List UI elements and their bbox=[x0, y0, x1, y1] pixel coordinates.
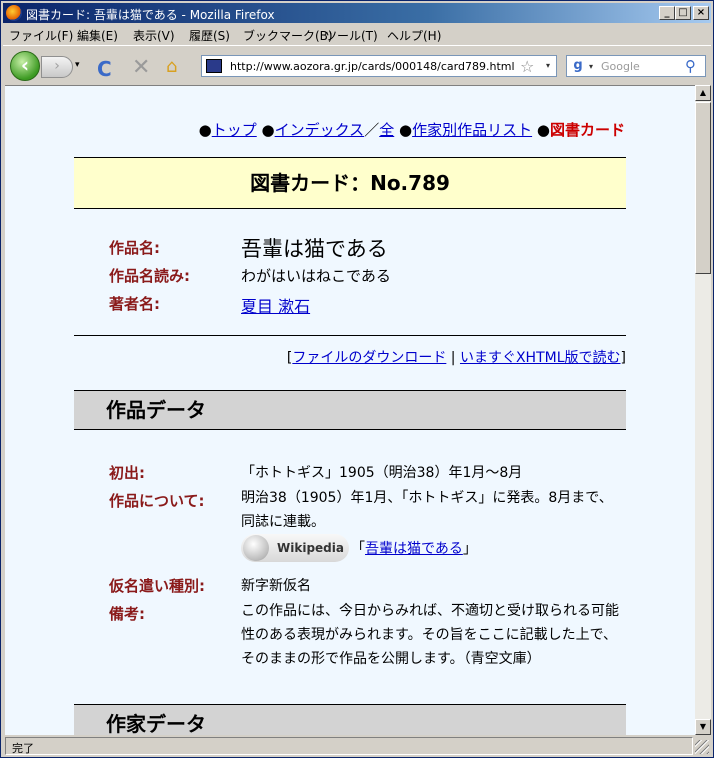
page-viewport: ●トップ ●インデックス／全 ●作家別作品リスト ●図書カード 図書カード：No… bbox=[5, 85, 695, 735]
bookmark-star-icon[interactable]: ☆ bbox=[520, 57, 534, 76]
divider bbox=[74, 335, 626, 336]
wikipedia-badge-text: Wikipedia bbox=[277, 541, 344, 555]
wikipedia-link-wrap: 「吾輩は猫である」 bbox=[351, 538, 477, 558]
about-value: 明治38（1905）年1月、「ホトトギス」に発表。8月まで、同誌に連載。 bbox=[241, 490, 613, 530]
notes-label: 備考: bbox=[109, 605, 145, 623]
menu-file[interactable]: ファイル(F) bbox=[9, 27, 73, 44]
home-icon[interactable]: ⌂ bbox=[166, 56, 177, 77]
navigation-toolbar: ‹ › ▾ C ✕ ⌂ http://www.aozora.gr.jp/card… bbox=[3, 45, 711, 85]
forward-arrow-icon[interactable]: › bbox=[41, 56, 73, 78]
scroll-down-icon[interactable]: ▼ bbox=[695, 719, 711, 735]
breadcrumb-current: 図書カード bbox=[549, 121, 625, 139]
bullet-icon: ● bbox=[399, 121, 413, 139]
url-dropdown-icon[interactable]: ▾ bbox=[546, 61, 550, 70]
search-engine-dropdown-icon[interactable]: ▾ bbox=[589, 62, 593, 71]
section-heading-author-data: 作家データ bbox=[74, 704, 626, 735]
wikipedia-badge[interactable]: Wikipedia bbox=[241, 534, 349, 562]
minimize-button[interactable]: _ bbox=[659, 6, 675, 20]
bullet-icon: ● bbox=[536, 121, 550, 139]
window-title: 図書カード: 吾輩は猫である - Mozilla Firefox bbox=[26, 8, 275, 22]
status-text: 完了 bbox=[5, 737, 693, 755]
site-favicon bbox=[206, 59, 222, 73]
separator: ／ bbox=[364, 121, 380, 139]
download-links: [ファイルのダウンロード | いますぐXHTML版で読む] bbox=[287, 347, 626, 367]
stop-icon[interactable]: ✕ bbox=[132, 55, 150, 80]
author-value-wrap: 夏目 漱石 bbox=[241, 293, 310, 317]
address-bar[interactable]: http://www.aozora.gr.jp/cards/000148/car… bbox=[201, 55, 557, 77]
search-box[interactable]: g ▾ Google ⚲ bbox=[566, 55, 706, 77]
bullet-icon: ● bbox=[261, 121, 275, 139]
title-value: 吾輩は猫である bbox=[241, 237, 388, 261]
firefox-icon bbox=[6, 5, 22, 21]
menu-edit[interactable]: 編集(E) bbox=[77, 27, 118, 44]
bracket: ] bbox=[620, 350, 626, 366]
title-bar: 図書カード: 吾輩は猫である - Mozilla Firefox _ □ × bbox=[3, 3, 711, 23]
reload-icon[interactable]: C bbox=[97, 57, 112, 81]
search-icon[interactable]: ⚲ bbox=[685, 57, 696, 75]
browser-window: 図書カード: 吾輩は猫である - Mozilla Firefox _ □ × フ… bbox=[0, 0, 714, 758]
section-heading-work-data: 作品データ bbox=[74, 390, 626, 430]
link-all[interactable]: 全 bbox=[379, 121, 394, 139]
history-dropdown-icon[interactable]: ▾ bbox=[75, 60, 80, 70]
url-text[interactable]: http://www.aozora.gr.jp/cards/000148/car… bbox=[230, 60, 515, 73]
reading-value: わがはいはねこである bbox=[241, 267, 391, 285]
bracket: 」 bbox=[462, 541, 477, 557]
first-pub-value: 「ホトトギス」1905（明治38）年1月～8月 bbox=[241, 465, 523, 481]
link-index[interactable]: インデックス bbox=[275, 121, 365, 139]
bullet-icon: ● bbox=[198, 121, 212, 139]
notes-value: この作品には、今日からみれば、不適切と受け取られる可能性のある表現がみられます。… bbox=[241, 603, 619, 667]
menu-tools[interactable]: ツール(T) bbox=[325, 27, 378, 44]
kana-value: 新字新仮名 bbox=[241, 578, 311, 594]
google-icon[interactable]: g bbox=[570, 58, 586, 74]
menu-help[interactable]: ヘルプ(H) bbox=[387, 27, 441, 44]
search-input[interactable]: Google bbox=[601, 60, 640, 73]
maximize-button[interactable]: □ bbox=[675, 6, 691, 20]
scroll-thumb[interactable] bbox=[695, 102, 711, 274]
about-label: 作品について: bbox=[109, 492, 205, 510]
scroll-up-icon[interactable]: ▲ bbox=[695, 85, 711, 101]
author-link[interactable]: 夏目 漱石 bbox=[241, 297, 310, 316]
reading-label: 作品名読み: bbox=[109, 267, 190, 285]
read-xhtml-link[interactable]: いますぐXHTML版で読む bbox=[460, 350, 621, 366]
title-label: 作品名: bbox=[109, 239, 160, 257]
menu-bookmarks[interactable]: ブックマーク(B) bbox=[243, 27, 333, 44]
link-author-list[interactable]: 作家別作品リスト bbox=[412, 121, 532, 139]
download-link[interactable]: ファイルのダウンロード bbox=[292, 350, 446, 366]
author-label: 著者名: bbox=[109, 295, 160, 313]
menu-bar: ファイル(F) 編集(E) 表示(V) 履歴(S) ブックマーク(B) ツール(… bbox=[3, 24, 711, 44]
vertical-scrollbar[interactable]: ▲ ▼ bbox=[695, 85, 711, 735]
wikipedia-globe-icon bbox=[243, 535, 269, 561]
breadcrumb: ●トップ ●インデックス／全 ●作家別作品リスト ●図書カード bbox=[199, 119, 625, 140]
link-top[interactable]: トップ bbox=[212, 121, 257, 139]
kana-label: 仮名遣い種別: bbox=[109, 577, 205, 595]
status-bar: 完了 bbox=[3, 736, 711, 756]
page-title: 図書カード：No.789 bbox=[74, 157, 626, 209]
back-arrow-icon[interactable]: ‹ bbox=[10, 51, 40, 81]
first-pub-label: 初出: bbox=[109, 464, 145, 482]
menu-view[interactable]: 表示(V) bbox=[133, 27, 175, 44]
close-button[interactable]: × bbox=[693, 6, 709, 20]
resize-grip-icon[interactable] bbox=[695, 740, 709, 754]
menu-history[interactable]: 履歴(S) bbox=[189, 27, 230, 44]
bracket: 「 bbox=[351, 541, 365, 557]
wikipedia-link[interactable]: 吾輩は猫である bbox=[365, 541, 463, 557]
separator: | bbox=[446, 350, 460, 366]
